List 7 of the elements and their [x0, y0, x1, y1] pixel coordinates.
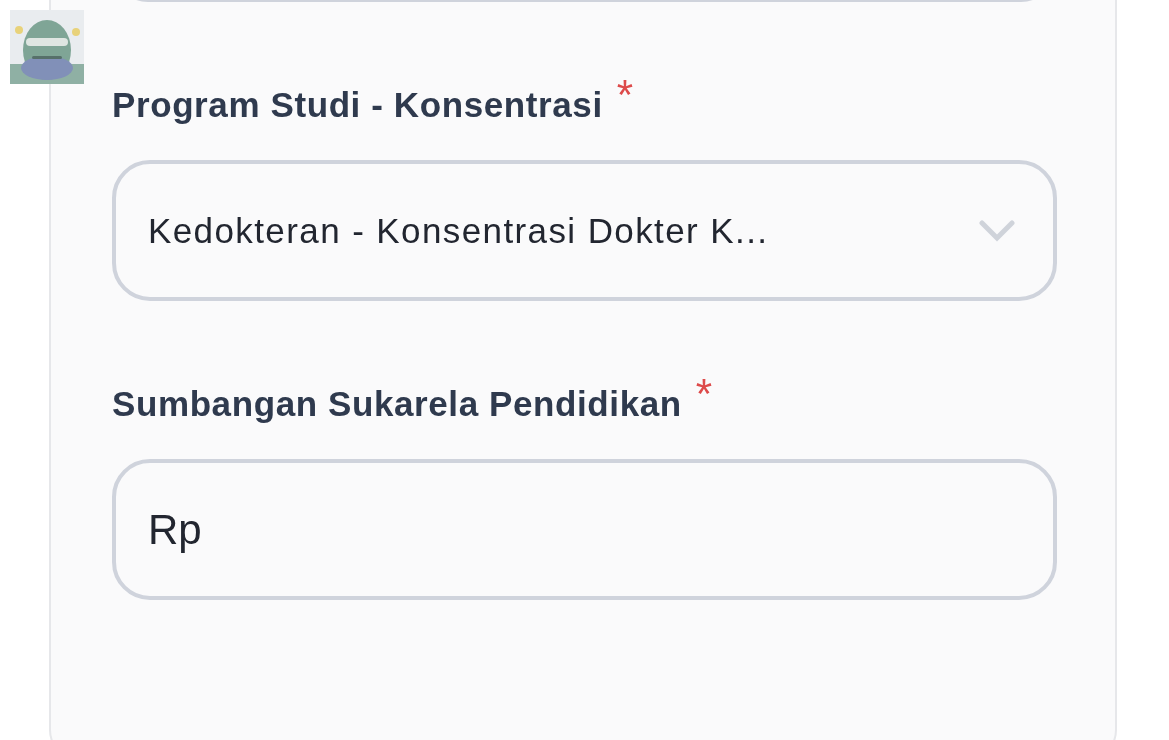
required-mark: * — [616, 74, 634, 116]
chevron-down-icon — [979, 219, 1015, 242]
select-field[interactable]: Kedokteran - Konsentrasi Dokter K... — [112, 160, 1057, 301]
input-field[interactable]: Rp — [112, 459, 1057, 600]
field-label: Sumbangan Sukarela Pendidikan — [112, 383, 682, 425]
field-label: Program Studi - Konsentrasi — [112, 84, 603, 126]
required-mark: * — [695, 373, 713, 415]
